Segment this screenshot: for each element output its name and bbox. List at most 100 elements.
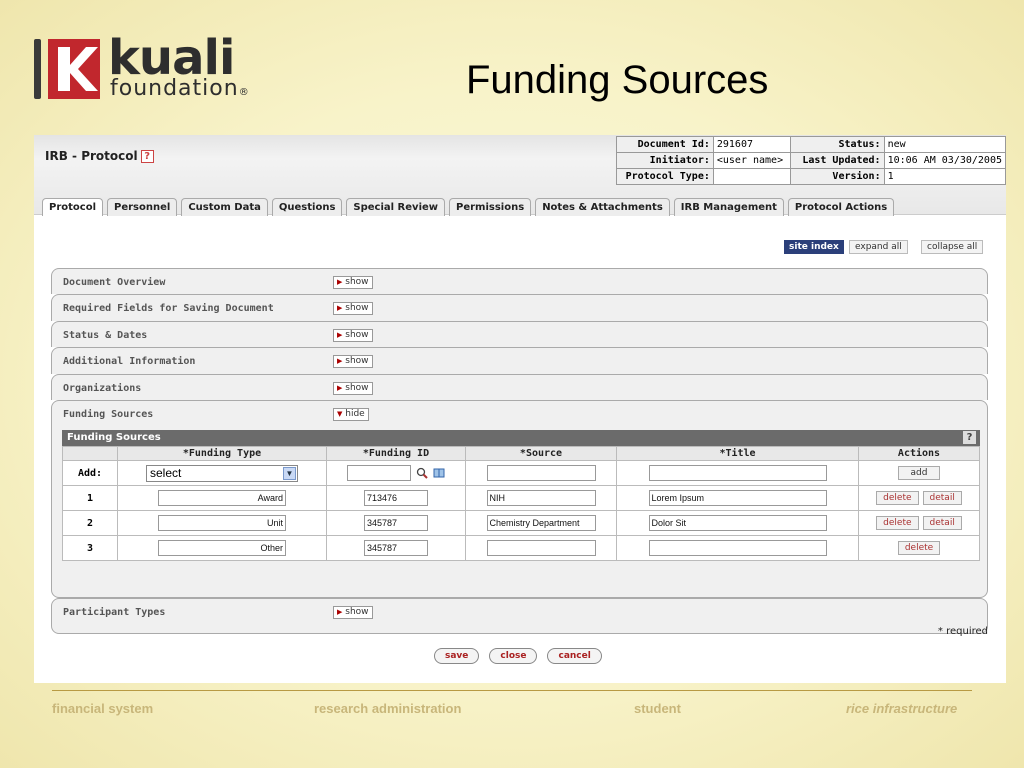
expand-arrow-icon: ▶ [337, 330, 343, 339]
tab-notes-attachments[interactable]: Notes & Attachments [535, 198, 670, 216]
logo-bar [34, 39, 41, 99]
lookup-search-icon[interactable] [416, 467, 428, 480]
add-label: Add: [62, 460, 118, 487]
column-header-actions: Actions [858, 446, 980, 462]
funding-sources-table: *Funding Type *Funding ID *Source *Title… [62, 446, 980, 562]
site-index-button[interactable]: site index [784, 240, 844, 254]
panel-show-button[interactable]: ▶ show [333, 276, 373, 289]
table-row: 3 Other 345787 delete [62, 535, 980, 562]
panel-label: Additional Information [63, 356, 196, 368]
tab-special-review[interactable]: Special Review [346, 198, 446, 216]
panel-additional-information: Additional Information ▶ show [51, 347, 988, 374]
initiator-label: Initiator: [616, 152, 714, 169]
help-icon[interactable]: ? [140, 150, 154, 163]
detail-button[interactable]: detail [922, 491, 962, 506]
source-field[interactable] [486, 540, 596, 557]
tab-protocol[interactable]: Protocol [42, 198, 104, 216]
panel-participant-types: Participant Types ▶ show [51, 598, 988, 635]
last-updated-value: 10:06 AM 03/30/2005 [883, 152, 1006, 169]
tab-permissions[interactable]: Permissions [449, 198, 532, 216]
logo-k-mark [48, 39, 100, 99]
source-field[interactable]: Chemistry Department [486, 515, 596, 532]
delete-button[interactable]: delete [876, 491, 919, 506]
expand-all-button[interactable]: expand all [849, 240, 908, 254]
tab-questions[interactable]: Questions [271, 198, 343, 216]
panel-label: Document Overview [63, 277, 166, 288]
panel-list: Document Overview ▶ show Required Fields… [51, 268, 988, 635]
tab-irb-management[interactable]: IRB Management [673, 198, 784, 216]
document-header: IRB - Protocol? Document Id: 291607 Stat… [34, 135, 1006, 216]
protocol-type-value [712, 168, 791, 185]
doc-id-value: 291607 [712, 136, 791, 153]
doc-id-label: Document Id: [616, 136, 714, 153]
panel-show-button[interactable]: ▶ show [333, 355, 373, 369]
panel-required-fields: Required Fields for Saving Document ▶ sh… [51, 294, 988, 321]
funding-type-field[interactable]: Unit [158, 515, 286, 532]
expand-arrow-icon: ▶ [337, 278, 343, 286]
delete-button[interactable]: delete [897, 541, 941, 556]
column-header-funding-type: *Funding Type [117, 446, 327, 462]
form-buttons: save close cancel [434, 648, 612, 664]
panel-label: Status & Dates [63, 329, 148, 341]
column-header [62, 446, 118, 462]
footer-rice-infrastructure: rice infrastructure [846, 701, 958, 716]
cancel-button[interactable]: cancel [547, 648, 602, 664]
help-icon[interactable]: ? [963, 431, 976, 445]
panel-show-button[interactable]: ▶ show [333, 302, 373, 316]
title-field[interactable] [648, 540, 827, 557]
panel-funding-sources: Funding Sources ▼ hide [51, 399, 988, 427]
tab-personnel[interactable]: Personnel [107, 198, 178, 216]
close-button[interactable]: close [489, 648, 538, 664]
collapse-arrow-icon: ▼ [337, 409, 343, 418]
expand-arrow-icon: ▶ [337, 608, 343, 617]
add-row: Add: select ▼ add [62, 460, 980, 487]
panel-label: Organizations [63, 382, 142, 394]
status-label: Status: [789, 136, 885, 153]
funding-type-select[interactable]: select ▼ [146, 464, 298, 482]
book-icon[interactable] [433, 467, 445, 479]
document-info-table: Document Id: 291607 Status: new Initiato… [616, 136, 1006, 185]
save-button[interactable]: save [434, 648, 480, 664]
title-field[interactable]: Lorem Ipsum [648, 490, 827, 507]
expand-arrow-icon: ▶ [337, 304, 343, 313]
table-row: 2 Unit 345787 Chemistry Department Dolor… [62, 510, 980, 537]
row-number: 2 [62, 510, 118, 537]
tab-protocol-actions[interactable]: Protocol Actions [787, 198, 895, 216]
row-number: 1 [62, 485, 118, 512]
required-note: * required [937, 626, 988, 637]
delete-button[interactable]: delete [876, 516, 919, 531]
detail-button[interactable]: detail [922, 516, 962, 531]
column-header-source: *Source [465, 446, 617, 462]
panel-hide-button[interactable]: ▼ hide [333, 407, 369, 421]
panel-show-button[interactable]: ▶ show [333, 606, 373, 620]
column-header-funding-id: *Funding ID [326, 446, 466, 462]
tab-custom-data[interactable]: Custom Data [181, 198, 268, 216]
funding-id-field[interactable]: 345787 [364, 515, 428, 532]
footer-financial-system: financial system [52, 701, 154, 716]
expand-arrow-icon: ▶ [337, 383, 343, 392]
panel-show-button[interactable]: ▶ show [333, 328, 373, 342]
panel-show-button[interactable]: ▶ show [333, 381, 373, 395]
funding-id-field[interactable]: 345787 [364, 540, 428, 557]
funding-id-field[interactable]: 713476 [364, 490, 428, 507]
panel-label: Participant Types [63, 607, 166, 619]
funding-sources-table-title: Funding Sources ? [62, 430, 980, 447]
funding-sources-panel-body: Funding Sources ? *Funding Type *Funding… [51, 426, 988, 599]
version-value: 1 [883, 168, 1006, 185]
title-input[interactable] [648, 465, 827, 482]
funding-type-field[interactable]: Other [158, 540, 286, 557]
panel-status-dates: Status & Dates ▶ show [51, 320, 988, 348]
table-row: 1 Award 713476 NIH Lorem Ipsum delete det… [62, 485, 980, 512]
status-value: new [883, 136, 1006, 153]
add-button[interactable]: add [897, 466, 941, 481]
footer-research-administration: research administration [314, 701, 462, 716]
collapse-all-button[interactable]: collapse all [921, 240, 984, 254]
title-field[interactable]: Dolor Sit [648, 515, 827, 532]
tab-bar: Protocol Personnel Custom Data Questions… [42, 198, 898, 216]
kuali-logo: kuali foundation® [34, 30, 294, 102]
expand-arrow-icon: ▶ [337, 357, 343, 366]
source-field[interactable]: NIH [486, 490, 596, 507]
funding-type-field[interactable]: Award [158, 490, 286, 507]
source-input[interactable] [486, 465, 596, 482]
funding-id-input[interactable] [346, 465, 411, 482]
